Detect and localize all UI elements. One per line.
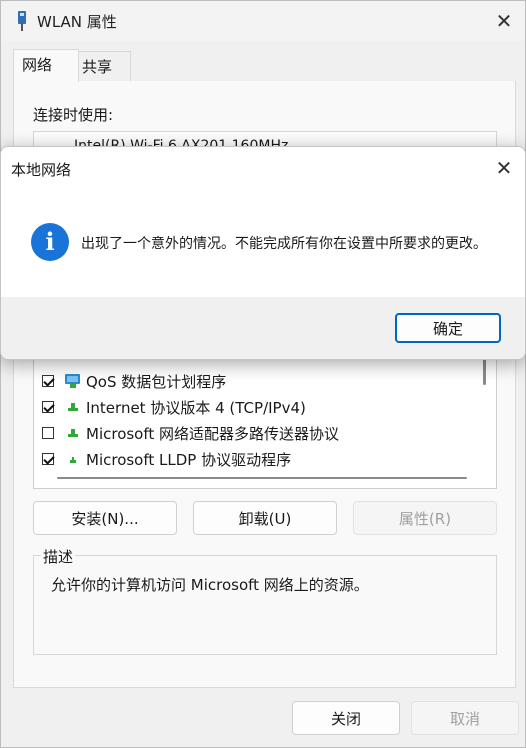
uninstall-button[interactable]: 卸载(U) (193, 501, 337, 535)
list-item-label: Microsoft 网络适配器多路传送器协议 (86, 424, 340, 443)
error-dialog: 本地网络 ✕ i 出现了一个意外的情况。不能完成所有你在设置中所要求的更改。 确… (0, 146, 526, 360)
list-vertical-scrollbar[interactable] (483, 357, 486, 385)
list-horizontal-scrollbar[interactable] (57, 477, 467, 479)
tab-sharing[interactable]: 共享 (73, 51, 131, 81)
checkbox[interactable] (42, 401, 54, 413)
checkbox[interactable] (42, 453, 54, 465)
dialog-close-button[interactable]: ✕ (489, 155, 519, 181)
protocol-icon (70, 457, 76, 463)
window-title: WLAN 属性 (37, 13, 117, 31)
checkbox[interactable] (42, 375, 54, 387)
info-icon: i (31, 223, 69, 261)
list-item-label: Internet 协议版本 4 (TCP/IPv4) (86, 398, 306, 417)
title-bar: WLAN 属性 ✕ (1, 1, 525, 41)
tab-network[interactable]: 网络 (13, 49, 79, 82)
network-adapter-icon (18, 11, 26, 31)
wlan-properties-window: WLAN 属性 ✕ 网络 共享 连接时使用: Intel(R) Wi-Fi 6 … (0, 0, 526, 748)
protocol-icon (68, 403, 78, 411)
description-label: 描述 (41, 546, 76, 567)
list-item-label: Microsoft LLDP 协议驱动程序 (86, 450, 292, 469)
description-group (33, 555, 497, 655)
list-item[interactable]: Internet 协议版本 4 (TCP/IPv4) (42, 394, 306, 420)
dialog-content-area: 本地网络 ✕ i 出现了一个意外的情况。不能完成所有你在设置中所要求的更改。 (1, 147, 525, 297)
list-item[interactable]: Microsoft LLDP 协议驱动程序 (42, 446, 291, 472)
properties-button[interactable]: 属性(R) (353, 501, 497, 535)
close-button[interactable]: 关闭 (292, 701, 400, 735)
list-item[interactable]: Microsoft 网络适配器多路传送器协议 (42, 420, 339, 446)
dialog-title: 本地网络 (11, 161, 72, 179)
list-item-label: QoS 数据包计划程序 (86, 372, 227, 391)
window-close-button[interactable]: ✕ (489, 7, 519, 35)
components-list[interactable]: ··· QoS 数据包计划程序 Internet 协议版本 4 (TCP/IPv… (33, 341, 497, 489)
checkbox[interactable] (42, 427, 54, 439)
description-text: 允许你的计算机访问 Microsoft 网络上的资源。 (51, 576, 369, 594)
protocol-icon (68, 429, 78, 437)
dialog-message: 出现了一个意外的情况。不能完成所有你在设置中所要求的更改。 (81, 236, 487, 252)
ok-button[interactable]: 确定 (395, 313, 501, 343)
cancel-button[interactable]: 取消 (411, 701, 519, 735)
install-button[interactable]: 安装(N)... (33, 501, 177, 535)
qos-scheduler-icon (65, 374, 80, 388)
list-item[interactable]: QoS 数据包计划程序 (42, 368, 226, 394)
connect-using-label: 连接时使用: (33, 106, 114, 124)
